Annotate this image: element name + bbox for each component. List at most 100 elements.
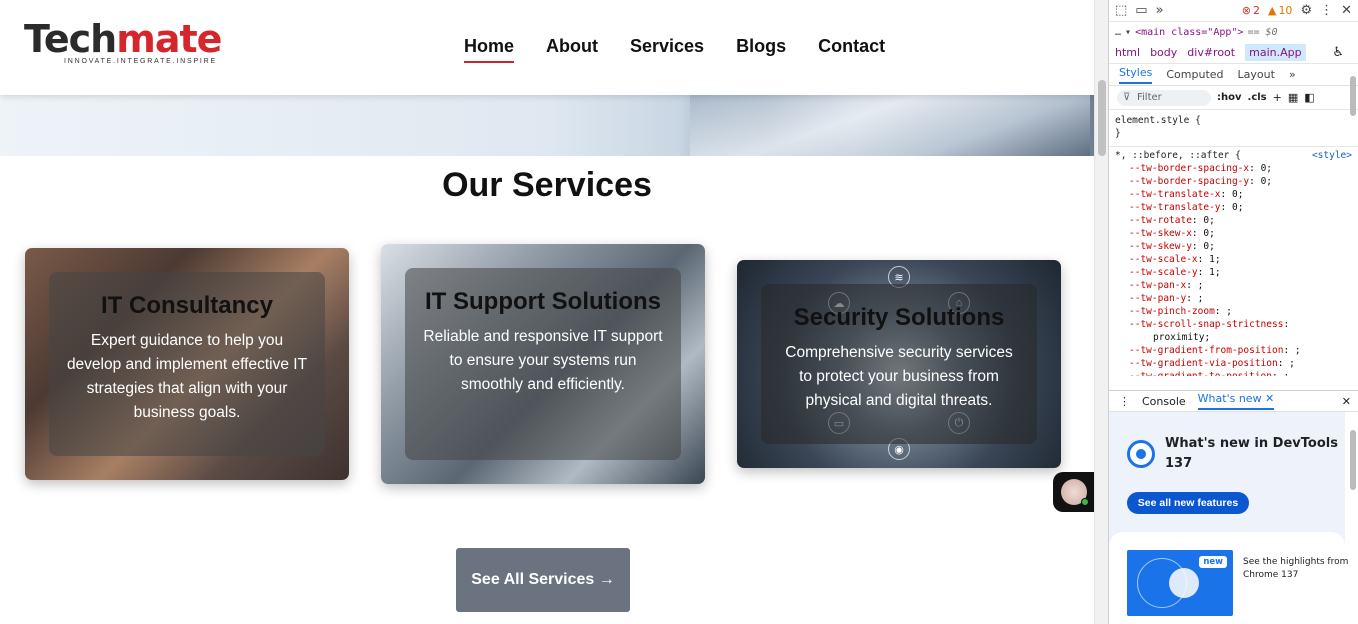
whats-new-pane: What's new in DevTools 137 See all new f…	[1109, 412, 1348, 624]
drawer-tabs: ⋮ Console What's new ✕ ✕	[1109, 390, 1358, 412]
css-property-value: proximity;	[1153, 332, 1211, 343]
css-property-row[interactable]: --tw-translate-x: 0;	[1115, 188, 1352, 201]
css-property-name: --tw-border-spacing-x	[1129, 163, 1250, 174]
selected-element-tag: <main class="App">	[1135, 26, 1244, 38]
class-toggle[interactable]: .cls	[1248, 92, 1267, 103]
settings-gear-icon[interactable]: ⚙	[1300, 3, 1312, 18]
css-property-value: ;	[1197, 293, 1204, 304]
drawer-menu-icon[interactable]: ⋮	[1119, 395, 1130, 408]
css-property-row[interactable]: proximity;	[1115, 331, 1352, 344]
tab-computed[interactable]: Computed	[1166, 68, 1223, 81]
rule-source-link[interactable]: <style>	[1312, 149, 1352, 162]
css-property-row[interactable]: --tw-translate-y: 0;	[1115, 201, 1352, 214]
css-property-name: --tw-pan-y	[1129, 293, 1187, 304]
styles-filter-input[interactable]: ⊽ Filter	[1117, 89, 1211, 106]
close-drawer-icon[interactable]: ✕	[1342, 395, 1351, 408]
css-property-row[interactable]: --tw-border-spacing-y: 0;	[1115, 175, 1352, 188]
devtools-toolbar: ⬚ ▭ » ⊗ 2 ▲ 10 ⚙ ⋮ ✕	[1109, 0, 1358, 22]
tab-whats-new[interactable]: What's new ✕	[1197, 392, 1275, 410]
warning-count: 10	[1278, 4, 1293, 17]
breadcrumb-main[interactable]: main.App	[1245, 44, 1306, 61]
colon: :	[1283, 345, 1295, 356]
nav-services[interactable]: Services	[630, 36, 704, 63]
card-title: Security Solutions	[793, 304, 1005, 331]
css-property-row[interactable]: --tw-gradient-to-position: ;	[1115, 370, 1352, 376]
breadcrumb-body[interactable]: body	[1150, 46, 1177, 59]
more-panels-icon[interactable]: »	[1289, 68, 1296, 81]
tab-layout[interactable]: Layout	[1238, 68, 1275, 81]
error-count-badge[interactable]: ⊗ 2	[1242, 4, 1260, 17]
device-toolbar-icon[interactable]: ▭	[1135, 3, 1147, 18]
expand-triangle-icon: ▾	[1125, 26, 1132, 38]
css-property-value: ;	[1289, 358, 1295, 369]
css-property-value: 0;	[1203, 228, 1215, 239]
css-property-row[interactable]: --tw-pinch-zoom: ;	[1115, 305, 1352, 318]
css-property-name: --tw-gradient-to-position	[1129, 371, 1272, 376]
css-property-row[interactable]: --tw-gradient-from-position: ;	[1115, 344, 1352, 357]
see-all-services-button[interactable]: See All Services →	[456, 548, 630, 612]
css-property-row[interactable]: --tw-border-spacing-x: 0;	[1115, 162, 1352, 175]
tab-styles[interactable]: Styles	[1119, 66, 1153, 84]
css-property-value: 0;	[1203, 215, 1215, 226]
whats-new-highlight-card[interactable]: new See the highlights from Chrome 137	[1109, 532, 1348, 624]
techmate-logo[interactable]: Techmate INNOVATE.INTEGRATE.INSPIRE	[24, 17, 222, 65]
filter-icon: ⊽	[1123, 91, 1131, 103]
css-property-value: 0;	[1260, 163, 1273, 174]
css-property-value: ;	[1294, 345, 1301, 356]
highlight-video-thumbnail[interactable]: new	[1127, 550, 1233, 616]
css-property-name: --tw-translate-x	[1129, 189, 1221, 200]
sidebar-toggle-icon[interactable]: ◧	[1304, 91, 1314, 104]
css-property-name: --tw-skew-x	[1129, 228, 1192, 239]
logo-word-dark: Tech	[24, 17, 117, 61]
close-icon[interactable]: ✕	[1341, 3, 1352, 18]
css-property-row[interactable]: --tw-pan-y: ;	[1115, 292, 1352, 305]
css-property-row[interactable]: --tw-skew-x: 0;	[1115, 227, 1352, 240]
nav-home[interactable]: Home	[464, 36, 515, 63]
css-property-name: --tw-gradient-via-position	[1129, 358, 1278, 369]
scrollbar-thumb[interactable]	[1098, 80, 1106, 156]
css-property-row[interactable]: --tw-pan-x: ;	[1115, 279, 1352, 292]
dom-breadcrumbs: html body div#root main.App ♿	[1109, 42, 1358, 64]
accessibility-icon[interactable]: ♿	[1332, 45, 1344, 60]
paint-icon[interactable]: ▦	[1288, 91, 1298, 104]
whats-new-scrollbar[interactable]	[1350, 430, 1356, 490]
tab-console[interactable]: Console	[1142, 395, 1186, 408]
nav-blogs[interactable]: Blogs	[736, 36, 786, 63]
css-property-row[interactable]: --tw-skew-y: 0;	[1115, 240, 1352, 253]
tab-whats-new-label: What's new	[1197, 392, 1262, 405]
css-property-row[interactable]: --tw-scroll-snap-strictness:	[1115, 318, 1352, 331]
more-tabs-icon[interactable]: »	[1156, 3, 1164, 18]
service-card-security[interactable]: ≋ ⌂ ☁ ⏻ ▭ ◉ Security Solutions Comprehen…	[737, 260, 1061, 468]
css-property-value: ;	[1226, 306, 1232, 317]
colon: :	[1186, 280, 1198, 291]
breadcrumb-html[interactable]: html	[1115, 46, 1140, 59]
css-property-row[interactable]: --tw-scale-x: 1;	[1115, 253, 1352, 266]
page-scrollbar[interactable]	[1094, 0, 1108, 624]
inspect-element-icon[interactable]: ⬚	[1115, 3, 1127, 18]
hover-state-toggle[interactable]: :hov	[1217, 92, 1242, 103]
styles-scrollbar[interactable]	[1350, 76, 1356, 116]
card-overlay: IT Support Solutions Reliable and respon…	[405, 268, 681, 460]
play-icon	[1169, 568, 1199, 598]
css-property-row[interactable]: --tw-scale-y: 1;	[1115, 266, 1352, 279]
see-all-features-button[interactable]: See all new features	[1127, 492, 1249, 514]
add-rule-icon[interactable]: +	[1273, 91, 1282, 104]
nav-about[interactable]: About	[546, 36, 598, 63]
colon: :	[1186, 293, 1198, 304]
breadcrumb-root[interactable]: div#root	[1187, 46, 1235, 59]
service-card-it-support[interactable]: IT Support Solutions Reliable and respon…	[381, 244, 705, 484]
logo-word-red: mate	[116, 17, 222, 61]
hero-laptop-image	[690, 95, 1090, 156]
selected-element-line[interactable]: … ▾ <main class="App"> == $0	[1109, 22, 1358, 42]
css-property-row[interactable]: --tw-rotate: 0;	[1115, 214, 1352, 227]
colon: :	[1191, 215, 1204, 226]
card-description: Expert guidance to help you develop and …	[66, 332, 308, 421]
css-property-row[interactable]: --tw-gradient-via-position: ;	[1115, 357, 1352, 370]
css-property-name: --tw-rotate	[1129, 215, 1192, 226]
warning-count-badge[interactable]: ▲ 10	[1268, 4, 1292, 17]
chat-widget-button[interactable]	[1053, 472, 1094, 512]
kebab-menu-icon[interactable]: ⋮	[1320, 3, 1333, 18]
service-card-it-consultancy[interactable]: IT Consultancy Expert guidance to help y…	[25, 248, 349, 480]
main-nav: Home About Services Blogs Contact	[464, 36, 885, 63]
nav-contact[interactable]: Contact	[818, 36, 885, 63]
